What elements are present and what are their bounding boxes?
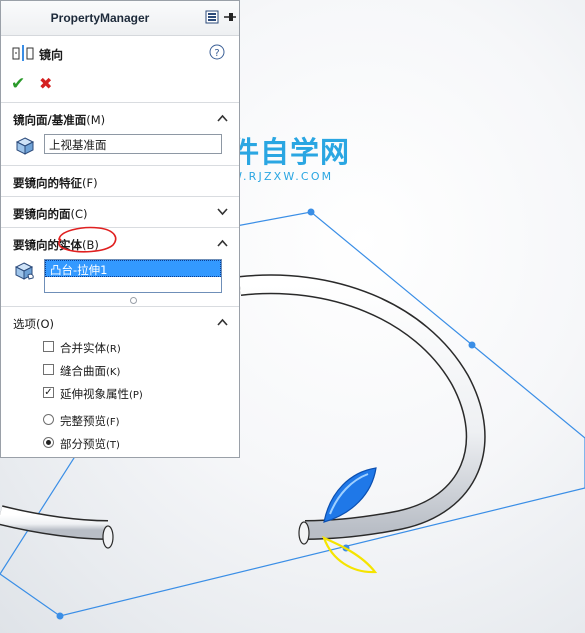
option-full-preview[interactable]: 完整预览(F) — [1, 410, 239, 433]
option-merge-bodies[interactable]: 合并实体(R) — [1, 337, 239, 360]
pin-icon[interactable] — [223, 10, 237, 27]
group-header[interactable]: 要镜向的面(C) — [1, 197, 239, 227]
group-title: 要镜向的特征(F) — [13, 176, 98, 190]
action-bar: ✔ ✖ — [1, 70, 239, 102]
option-label: 缝合曲面(K) — [60, 364, 121, 378]
config-icon[interactable] — [205, 10, 219, 27]
group-title: 选项(O) — [13, 317, 55, 331]
cube-icon — [15, 136, 35, 159]
group-faces: 要镜向的面(C) — [1, 196, 239, 227]
svg-text:?: ? — [214, 48, 219, 59]
option-label: 合并实体(R) — [60, 341, 121, 355]
group-bodies: 要镜向的实体(B) 凸台-拉伸1 — [1, 226, 239, 306]
checkbox-checked[interactable]: ✓ — [43, 387, 54, 398]
checkbox[interactable] — [43, 341, 54, 352]
option-knit-surfaces[interactable]: 缝合曲面(K) — [1, 360, 239, 383]
option-label: 部分预览(T) — [60, 437, 120, 451]
feature-name: 镜向 — [39, 48, 64, 62]
group-header[interactable]: 镜向面/基准面(M) — [1, 103, 239, 133]
yellow-handle-leaf[interactable] — [322, 535, 378, 574]
group-mirror-face: 镜向面/基准面(M) 上视基准面 — [1, 102, 239, 165]
mirror-face-field[interactable]: 上视基准面 — [44, 134, 222, 154]
bodies-row: 凸台-拉伸1 — [1, 258, 239, 306]
group-title: 镜向面/基准面(M) — [13, 113, 106, 127]
mirror-feature-icon — [12, 44, 34, 65]
chevron-up-icon[interactable] — [217, 112, 228, 125]
option-propagate-visual[interactable]: ✓ 延伸视象属性(P) — [1, 383, 239, 406]
blue-handle-leaf[interactable] — [323, 467, 377, 523]
plane-handle[interactable] — [468, 341, 476, 349]
chevron-up-icon[interactable] — [217, 316, 228, 329]
list-item[interactable]: 凸台-拉伸1 — [45, 260, 221, 277]
body-icon — [14, 261, 35, 284]
list-resize-grip[interactable] — [130, 297, 137, 304]
panel-title: PropertyManager — [50, 11, 150, 25]
group-options: 选项(O) 合并实体(R) 缝合曲面(K) ✓ 延伸视象属性(P) 完整预览(F… — [1, 306, 239, 456]
plane-handle[interactable] — [56, 612, 64, 620]
group-features: 要镜向的特征(F) — [1, 165, 239, 196]
bodies-list[interactable]: 凸台-拉伸1 — [44, 259, 222, 293]
check-icon[interactable]: ✔ — [11, 74, 25, 94]
option-label: 延伸视象属性(P) — [60, 387, 143, 401]
option-label: 完整预览(F) — [60, 414, 120, 428]
checkbox[interactable] — [43, 364, 54, 375]
group-header[interactable]: 要镜向的特征(F) — [1, 166, 239, 196]
tube-end-cap — [298, 521, 310, 545]
tube-end-cap — [102, 525, 114, 549]
red-annotation-circle — [58, 226, 117, 253]
property-manager-panel: PropertyManager 镜向 ? ✔ ✖ 镜向面/基准面(M) 上视基准 — [0, 0, 240, 458]
panel-titlebar: PropertyManager — [1, 1, 239, 36]
radio-button[interactable] — [43, 414, 54, 425]
option-partial-preview[interactable]: 部分预览(T) — [1, 433, 239, 456]
chevron-down-icon[interactable] — [217, 206, 228, 219]
plane-handle[interactable] — [307, 208, 315, 216]
group-header[interactable]: 要镜向的实体(B) — [1, 226, 239, 258]
group-title: 要镜向的面(C) — [13, 207, 88, 221]
radio-button-selected[interactable] — [43, 437, 54, 448]
mirror-face-row: 上视基准面 — [1, 133, 239, 165]
chevron-up-icon[interactable] — [217, 237, 228, 250]
feature-header: 镜向 ? — [1, 36, 239, 70]
help-icon[interactable]: ? — [209, 44, 225, 63]
group-header[interactable]: 选项(O) — [1, 307, 239, 337]
cancel-icon[interactable]: ✖ — [39, 74, 52, 93]
